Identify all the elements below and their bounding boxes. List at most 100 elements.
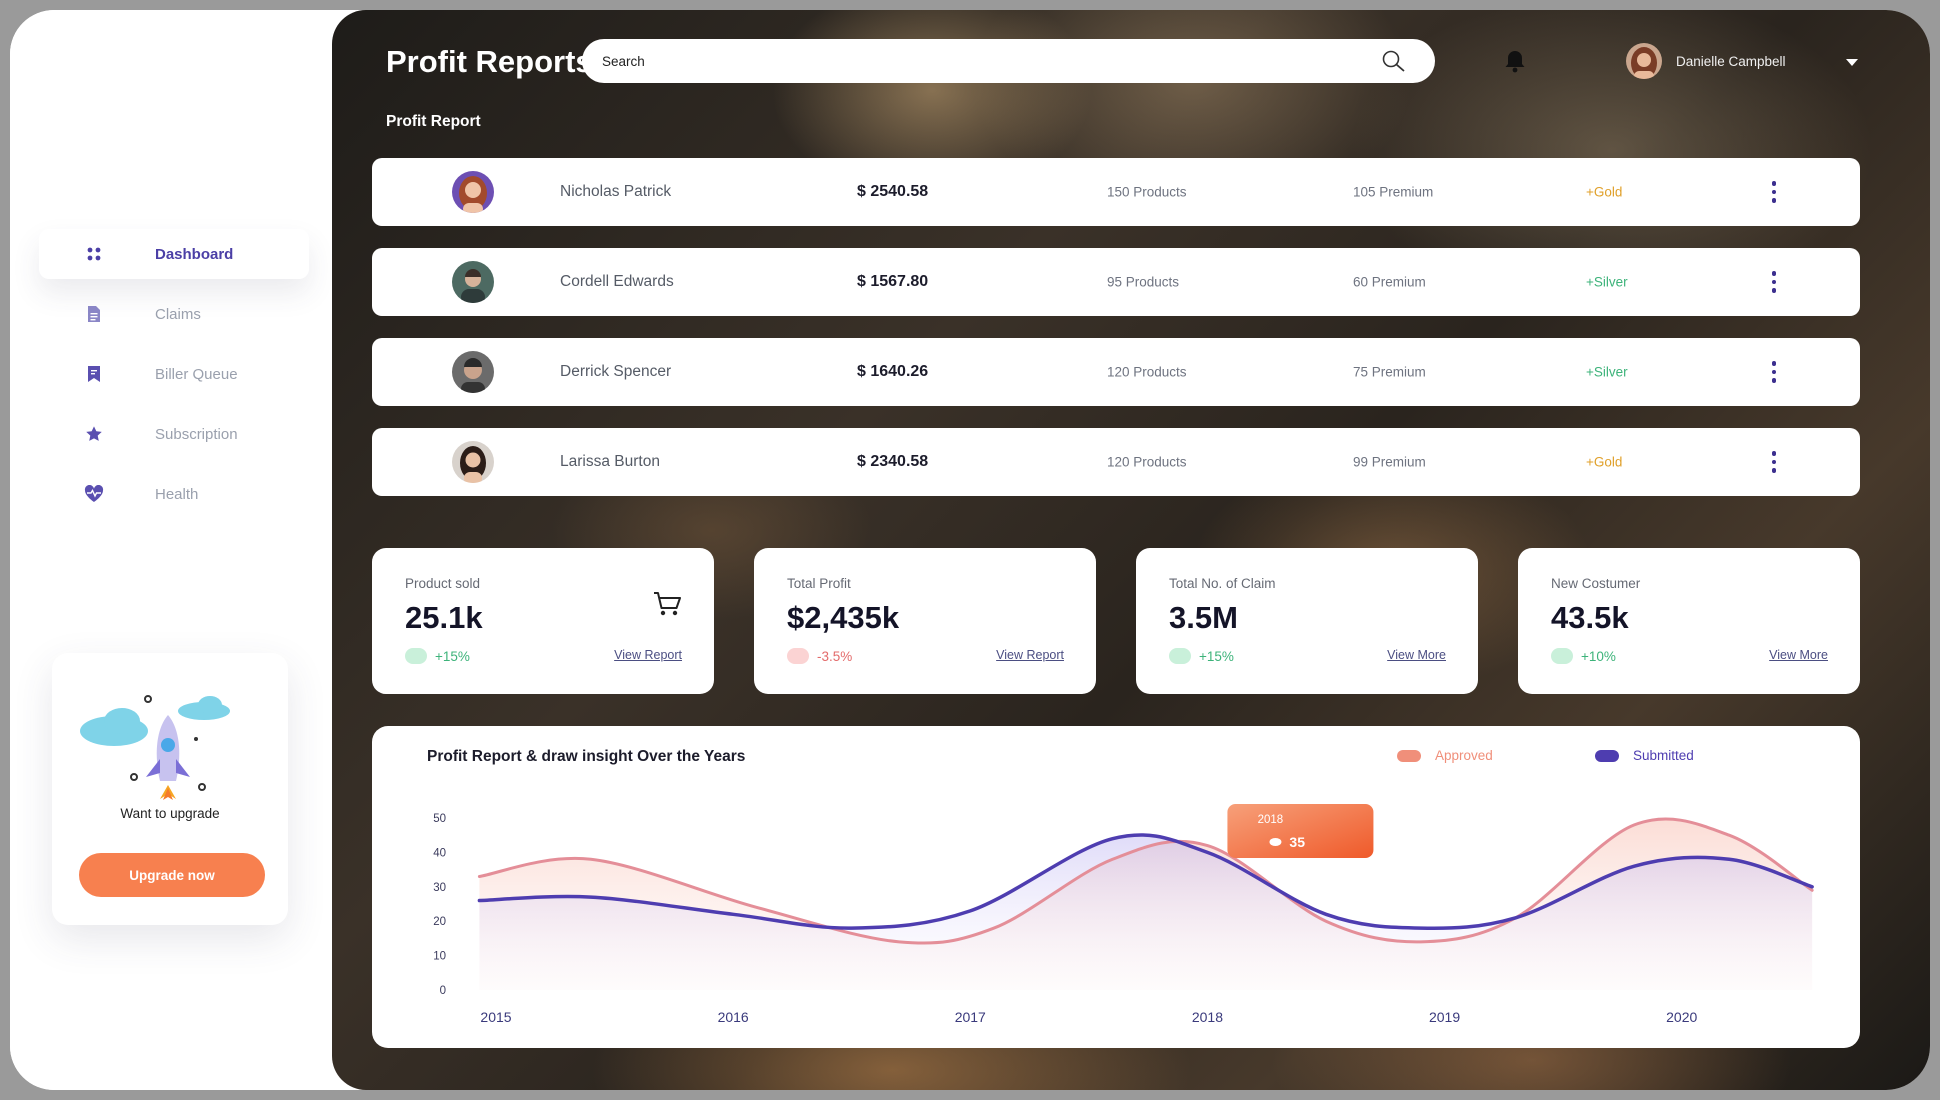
stat-label: New Costumer xyxy=(1551,576,1641,591)
view-more-link[interactable]: View More xyxy=(1387,648,1446,662)
premium-count: 75 Premium xyxy=(1353,364,1426,380)
y-tick-label: 50 xyxy=(433,813,446,825)
x-tick-label: 2018 xyxy=(1192,1009,1223,1025)
report-list: Nicholas Patrick $ 2540.58 150 Products … xyxy=(372,158,1860,518)
avatar xyxy=(452,261,494,303)
x-tick-label: 2020 xyxy=(1666,1009,1697,1025)
tier-badge: +Silver xyxy=(1586,364,1628,380)
stat-card-total-profit: Total Profit $2,435k -3.5% View Report xyxy=(754,548,1096,694)
heart-pulse-icon xyxy=(79,485,109,503)
stat-value: 43.5k xyxy=(1551,600,1629,635)
rocket-illustration xyxy=(80,695,230,800)
stat-change: +15% xyxy=(435,649,470,664)
trend-indicator xyxy=(1169,648,1191,664)
customer-name: Cordell Edwards xyxy=(560,273,674,290)
x-tick-label: 2015 xyxy=(480,1009,511,1025)
premium-count: 60 Premium xyxy=(1353,274,1426,290)
table-row[interactable]: Larissa Burton $ 2340.58 120 Products 99… xyxy=(372,428,1860,496)
stat-card-total-claims: Total No. of Claim 3.5M +15% View More xyxy=(1136,548,1478,694)
upgrade-card: Want to upgrade Upgrade now xyxy=(52,653,288,925)
more-options-icon[interactable] xyxy=(1766,177,1782,207)
star-icon xyxy=(79,425,109,443)
x-tick-label: 2017 xyxy=(955,1009,986,1025)
notification-bell-icon[interactable] xyxy=(1502,48,1528,79)
trend-indicator xyxy=(787,648,809,664)
tooltip-marker xyxy=(1269,838,1282,846)
premium-count: 99 Premium xyxy=(1353,454,1426,470)
avatar xyxy=(452,351,494,393)
main-panel: Profit Reports Danielle Campbell Profit … xyxy=(332,10,1930,1090)
profit-amount: $ 2340.58 xyxy=(857,453,929,470)
y-tick-label: 20 xyxy=(433,916,446,928)
sidebar-item-label: Biller Queue xyxy=(155,365,238,383)
stat-value: 3.5M xyxy=(1169,600,1238,635)
page-title: Profit Reports xyxy=(386,44,593,79)
table-row[interactable]: Nicholas Patrick $ 2540.58 150 Products … xyxy=(372,158,1860,226)
search-bar xyxy=(582,39,1435,83)
avatar xyxy=(452,441,494,483)
cart-icon xyxy=(652,590,682,623)
section-title: Profit Report xyxy=(386,113,481,130)
legend-swatch xyxy=(1595,749,1619,762)
more-options-icon[interactable] xyxy=(1766,357,1782,387)
stat-card-new-customer: New Costumer 43.5k +10% View More xyxy=(1518,548,1860,694)
customer-name: Nicholas Patrick xyxy=(560,183,672,200)
sidebar-item-claims[interactable]: Claims xyxy=(39,289,309,339)
view-report-link[interactable]: View Report xyxy=(614,648,682,662)
upgrade-text: Want to upgrade xyxy=(120,806,220,821)
profit-amount: $ 2540.58 xyxy=(857,183,929,200)
sidebar-item-label: Health xyxy=(155,485,199,503)
table-row[interactable]: Derrick Spencer $ 1640.26 120 Products 7… xyxy=(372,338,1860,406)
products-count: 120 Products xyxy=(1107,364,1187,380)
stat-change: -3.5% xyxy=(817,649,853,664)
stat-value: $2,435k xyxy=(787,600,900,635)
tooltip-label: 2018 xyxy=(1258,814,1284,826)
legend-swatch xyxy=(1397,749,1421,762)
avatar xyxy=(1626,43,1662,79)
x-tick-label: 2016 xyxy=(718,1009,749,1025)
tier-badge: +Silver xyxy=(1586,274,1628,290)
stat-label: Total Profit xyxy=(787,576,851,591)
products-count: 120 Products xyxy=(1107,454,1187,470)
sidebar-item-subscription[interactable]: Subscription xyxy=(39,409,309,459)
avatar xyxy=(452,171,494,213)
customer-name: Larissa Burton xyxy=(560,453,660,470)
profit-amount: $ 1567.80 xyxy=(857,273,929,290)
upgrade-now-button[interactable]: Upgrade now xyxy=(79,853,265,897)
legend-label: Submitted xyxy=(1633,748,1694,763)
chart-card: 0 10 20 30 40 50 2015 2016 2017 2018 2019 2020 2018 3… xyxy=(372,726,1860,1048)
user-menu[interactable]: Danielle Campbell xyxy=(1626,43,1786,79)
sidebar-nav: Dashboard Claims Biller Queue Subscripti… xyxy=(39,229,309,529)
sidebar-item-dashboard[interactable]: Dashboard xyxy=(39,229,309,279)
y-tick-label: 40 xyxy=(433,847,446,859)
tooltip-value: 35 xyxy=(1289,834,1305,850)
chart-title: Profit Report & draw insight Over the Ye… xyxy=(427,748,746,765)
sidebar-item-label: Claims xyxy=(155,305,201,323)
grid-icon xyxy=(79,246,109,262)
legend-label: Approved xyxy=(1435,748,1493,763)
stat-label: Total No. of Claim xyxy=(1169,576,1276,591)
view-more-link[interactable]: View More xyxy=(1769,648,1828,662)
products-count: 95 Products xyxy=(1107,274,1180,290)
y-tick-label: 10 xyxy=(433,951,446,963)
table-row[interactable]: Cordell Edwards $ 1567.80 95 Products 60… xyxy=(372,248,1860,316)
y-tick-label: 30 xyxy=(433,882,446,894)
stat-value: 25.1k xyxy=(405,600,483,635)
sidebar-item-health[interactable]: Health xyxy=(39,469,309,519)
more-options-icon[interactable] xyxy=(1766,447,1782,477)
more-options-icon[interactable] xyxy=(1766,267,1782,297)
legend-item-submitted[interactable]: Submitted xyxy=(1595,748,1694,763)
sidebar-item-biller-queue[interactable]: Biller Queue xyxy=(39,349,309,399)
chevron-down-icon[interactable] xyxy=(1846,54,1858,72)
search-input[interactable] xyxy=(602,53,1381,69)
stat-card-product-sold: Product sold 25.1k +15% View Report xyxy=(372,548,714,694)
document-icon xyxy=(79,305,109,323)
trend-indicator xyxy=(1551,648,1573,664)
legend-item-approved[interactable]: Approved xyxy=(1397,748,1493,763)
user-name: Danielle Campbell xyxy=(1676,53,1786,69)
sidebar: Dashboard Claims Biller Queue Subscripti… xyxy=(10,10,332,1090)
search-icon[interactable] xyxy=(1381,49,1407,73)
view-report-link[interactable]: View Report xyxy=(996,648,1064,662)
app-frame: Dashboard Claims Biller Queue Subscripti… xyxy=(10,10,1930,1090)
y-tick-label: 0 xyxy=(440,985,446,997)
